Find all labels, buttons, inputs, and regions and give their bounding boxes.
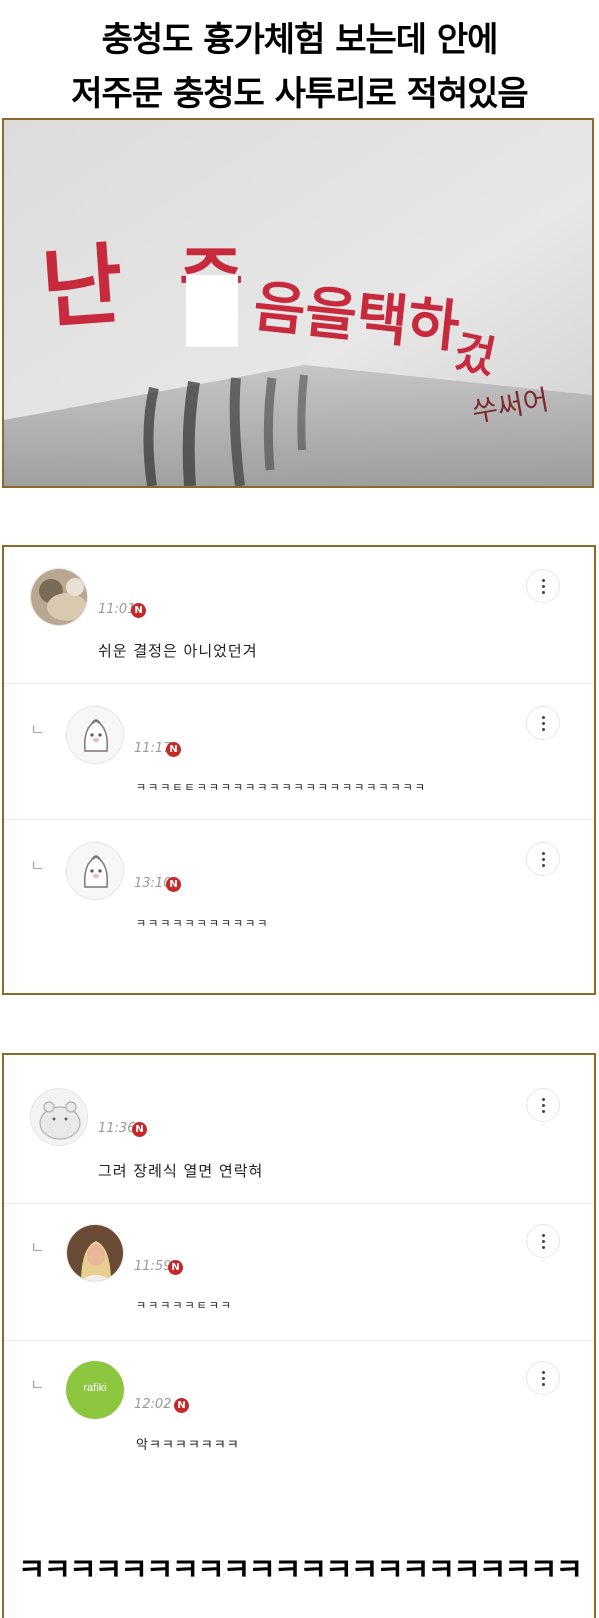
new-badge: N [168, 1260, 183, 1275]
comment-text: 악ㅋㅋㅋㅋㅋㅋㅋ [136, 1438, 240, 1453]
reply-arrow-icon: ㄴ [30, 1375, 45, 1394]
new-badge: N [166, 877, 181, 892]
more-options-icon[interactable] [526, 1224, 560, 1258]
reply-arrow-icon: ㄴ [30, 720, 45, 739]
avatar[interactable] [66, 842, 124, 900]
comment-text: ㅋㅋㅋㅌㅌㅋㅋㅋㅋㅋㅋㅋㅋㅋㅋㅋㅋㅋㅋㅋㅋㅋㅋㅋ [136, 781, 427, 794]
avatar-label: rafiki [83, 1382, 107, 1394]
avatar[interactable] [30, 1088, 88, 1146]
reply-comment-item: ㄴ 11:59 N ㅋㅋㅋㅋㅋㅌㅋㅋ [4, 1204, 594, 1340]
graffiti-wall-image: 난 죽 음을택하 겄 쑤써어 [4, 120, 592, 486]
new-badge: N [131, 603, 146, 618]
comment-text: 쉬운 결정은 아니었던겨 [98, 642, 258, 660]
new-badge: N [166, 742, 181, 757]
reply-comment-item: ㄴ 11:17 N ㅋㅋㅋㅌㅌㅋㅋㅋㅋㅋㅋㅋㅋㅋㅋㅋㅋㅋㅋㅋㅋㅋㅋㅋ [4, 684, 594, 819]
closing-laugh: ㅋㅋㅋㅋㅋㅋㅋㅋㅋㅋㅋㅋㅋㅋㅋㅋㅋㅋㅋㅋㅋㅋ [17, 1553, 583, 1588]
comment-text: 그려 장례식 열면 연락혀 [98, 1162, 264, 1180]
more-options-icon[interactable] [526, 706, 560, 740]
comment-panel-2: 11:36 N 그려 장례식 열면 연락혀 ㄴ 11:59 N ㅋㅋㅋㅋㅋㅌㅋㅋ… [2, 1053, 596, 1618]
more-options-icon[interactable] [526, 1361, 560, 1395]
avatar[interactable] [66, 1224, 124, 1282]
reply-comment-item: ㄴ rafiki 12:02 N 악ㅋㅋㅋㅋㅋㅋㅋ [4, 1341, 594, 1491]
comment-text: ㅋㅋㅋㅋㅋㅌㅋㅋ [136, 1299, 233, 1312]
comment-time: 12:02 [134, 1397, 172, 1412]
reply-comment-item: ㄴ 13:10 N ㅋㅋㅋㅋㅋㅋㅋㅋㅋㅋㅋ [4, 820, 594, 990]
avatar[interactable]: rafiki [66, 1361, 124, 1419]
caption-line-1: 충청도 흉가체험 보는데 안에 [101, 20, 499, 60]
censor-box [186, 275, 238, 347]
caption-line-2: 저주문 충청도 사투리로 적혀있음 [71, 74, 528, 114]
comment-time: 11:01 [98, 602, 136, 617]
graffiti-char-nan: 난 [38, 233, 126, 341]
more-options-icon[interactable] [526, 569, 560, 603]
new-badge: N [132, 1122, 147, 1137]
comment-panel-1: 11:01 N 쉬운 결정은 아니었던겨 ㄴ 11:17 N ㅋㅋㅋㅌㅌㅋㅋㅋㅋ… [2, 545, 596, 995]
more-options-icon[interactable] [526, 842, 560, 876]
new-badge: N [174, 1398, 189, 1413]
comment-time: 11:36 [98, 1121, 136, 1136]
reply-arrow-icon: ㄴ [30, 1238, 45, 1257]
more-options-icon[interactable] [526, 1088, 560, 1122]
graffiti-photo: 난 죽 음을택하 겄 쑤써어 [2, 118, 594, 488]
avatar[interactable] [30, 568, 88, 626]
comment-text: ㅋㅋㅋㅋㅋㅋㅋㅋㅋㅋㅋ [136, 917, 270, 930]
comment-time: 11:59 [134, 1259, 172, 1274]
comment-item: 11:01 N 쉬운 결정은 아니었던겨 [4, 547, 594, 683]
reply-arrow-icon: ㄴ [30, 856, 45, 875]
avatar[interactable] [66, 706, 124, 764]
comment-item: 11:36 N 그려 장례식 열면 연락혀 [4, 1055, 594, 1203]
